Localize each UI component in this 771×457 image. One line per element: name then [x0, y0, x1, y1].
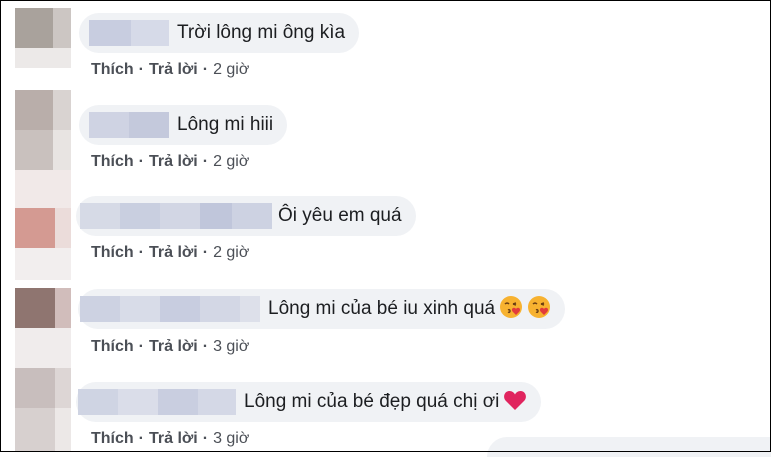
partial-comment-bubble — [487, 437, 771, 457]
separator: · — [202, 61, 209, 78]
comment-actions: Thích · Trả lời · 2 giờ — [91, 61, 249, 79]
avatar[interactable] — [15, 90, 71, 170]
comment-actions: Thích · Trả lời · 3 giờ — [91, 430, 249, 448]
comment-bubble: Ôi yêu em quá — [76, 196, 416, 236]
separator: · — [138, 338, 144, 355]
like-link[interactable]: Thích — [91, 244, 134, 261]
timestamp[interactable]: 3 giờ — [213, 430, 249, 447]
comment-actions: Thích · Trả lời · 2 giờ — [91, 244, 249, 262]
separator: · — [138, 244, 144, 261]
blurred-username — [78, 389, 236, 415]
timestamp[interactable]: 2 giờ — [213, 244, 249, 261]
separator: · — [202, 430, 209, 447]
blurred-username — [89, 112, 169, 138]
comment-actions: Thích · Trả lời · 3 giờ — [91, 338, 249, 356]
comment-text: Lông mi của bé iu xinh quá — [268, 298, 496, 319]
separator: · — [138, 153, 144, 170]
avatar[interactable] — [15, 368, 71, 452]
kissing-face-with-heart-icon — [499, 295, 523, 324]
reply-link[interactable]: Trả lời — [149, 153, 198, 170]
reply-link[interactable]: Trả lời — [149, 338, 198, 355]
reply-link[interactable]: Trả lời — [149, 430, 198, 447]
timestamp[interactable]: 3 giờ — [213, 338, 249, 355]
like-link[interactable]: Thích — [91, 430, 134, 447]
timestamp[interactable]: 2 giờ — [213, 153, 249, 170]
like-link[interactable]: Thích — [91, 338, 134, 355]
comment-text: Lông mi hiii — [177, 114, 274, 135]
separator: · — [138, 61, 144, 78]
blurred-username — [89, 20, 169, 46]
separator: · — [138, 430, 144, 447]
like-link[interactable]: Thích — [91, 61, 134, 78]
avatar[interactable] — [15, 170, 71, 280]
separator: · — [202, 244, 209, 261]
comment-bubble: Lông mi hiii — [79, 105, 288, 145]
comment-bubble: Lông mi của bé iu xinh quá — [78, 289, 566, 329]
comment-text: Trời lông mi ông kìa — [177, 22, 346, 43]
blurred-username — [80, 203, 272, 229]
avatar[interactable] — [15, 288, 71, 368]
kissing-face-with-heart-icon — [527, 295, 551, 324]
separator: · — [202, 153, 209, 170]
separator: · — [202, 338, 209, 355]
comment-actions: Thích · Trả lời · 2 giờ — [91, 153, 249, 171]
reply-link[interactable]: Trả lời — [149, 244, 198, 261]
comment-bubble: Lông mi của bé đẹp quá chị ơi — [76, 382, 542, 422]
reply-link[interactable]: Trả lời — [149, 61, 198, 78]
avatar[interactable] — [15, 8, 71, 68]
comment-bubble: Trời lông mi ông kìa — [79, 13, 360, 53]
comment-text: Ôi yêu em quá — [278, 205, 402, 226]
timestamp[interactable]: 2 giờ — [213, 61, 249, 78]
red-heart-icon — [503, 389, 527, 416]
like-link[interactable]: Thích — [91, 153, 134, 170]
comment-text: Lông mi của bé đẹp quá chị ơi — [244, 391, 500, 412]
blurred-username — [80, 296, 260, 322]
